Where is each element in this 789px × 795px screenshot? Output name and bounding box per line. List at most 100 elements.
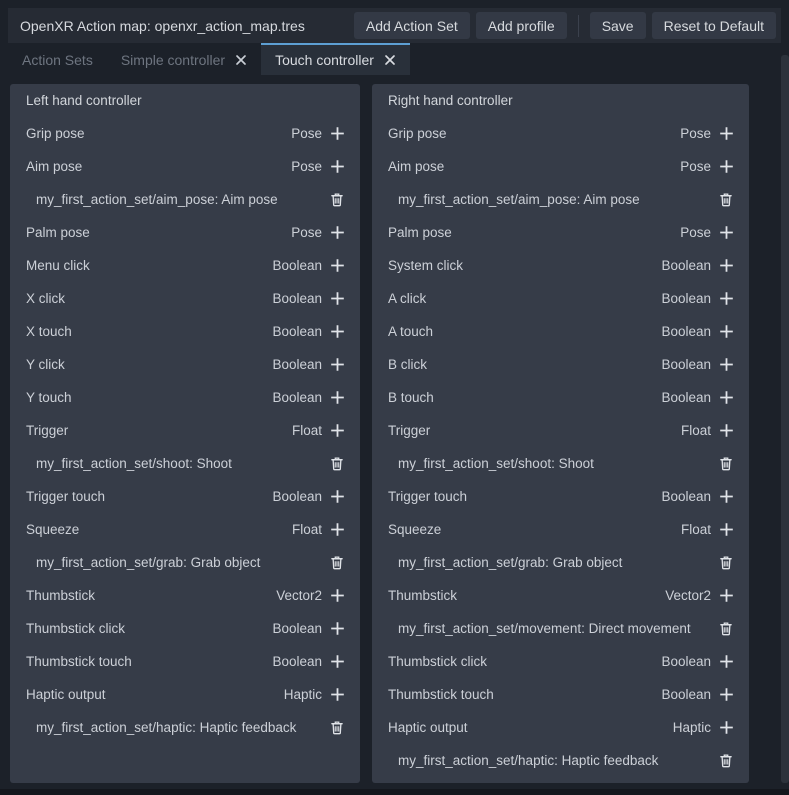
plus-icon — [330, 291, 345, 306]
input-label: Aim pose — [26, 159, 291, 174]
titlebar: OpenXR Action map: openxr_action_map.tre… — [8, 8, 781, 43]
add-action-set-button[interactable]: Add Action Set — [354, 12, 470, 39]
input-type: Pose — [291, 225, 322, 240]
input-type: Boolean — [661, 357, 711, 372]
add-binding-button[interactable] — [322, 318, 352, 346]
input-row: Grip pose Pose — [10, 117, 360, 150]
input-row: Palm pose Pose — [10, 216, 360, 249]
input-label: Trigger touch — [388, 489, 661, 504]
add-binding-button[interactable] — [322, 648, 352, 676]
plus-icon — [719, 720, 734, 735]
add-binding-button[interactable] — [711, 252, 741, 280]
input-type: Boolean — [661, 687, 711, 702]
trash-icon — [719, 456, 733, 471]
add-binding-button[interactable] — [322, 582, 352, 610]
trash-icon — [330, 555, 344, 570]
add-binding-button[interactable] — [711, 318, 741, 346]
input-label: Haptic output — [388, 720, 673, 735]
tab-touch-controller[interactable]: Touch controller — [261, 43, 410, 75]
input-type: Boolean — [272, 291, 322, 306]
add-binding-button[interactable] — [711, 681, 741, 709]
input-type: Boolean — [272, 489, 322, 504]
binding-row: my_first_action_set/haptic: Haptic feedb… — [10, 711, 360, 744]
add-binding-button[interactable] — [711, 153, 741, 181]
delete-binding-button[interactable] — [711, 549, 741, 577]
input-row: B click Boolean — [372, 348, 749, 381]
add-binding-button[interactable] — [711, 417, 741, 445]
delete-binding-button[interactable] — [322, 714, 352, 742]
add-binding-button[interactable] — [711, 384, 741, 412]
binding-row: my_first_action_set/aim_pose: Aim pose — [372, 183, 749, 216]
plus-icon — [330, 489, 345, 504]
close-icon[interactable] — [384, 54, 396, 66]
add-binding-button[interactable] — [322, 285, 352, 313]
add-binding-button[interactable] — [711, 582, 741, 610]
add-binding-button[interactable] — [711, 483, 741, 511]
add-binding-button[interactable] — [711, 219, 741, 247]
delete-binding-button[interactable] — [322, 549, 352, 577]
input-label: Squeeze — [26, 522, 292, 537]
add-binding-button[interactable] — [711, 516, 741, 544]
tabbar: Action Sets Simple controller Touch cont… — [8, 43, 781, 75]
input-type: Float — [292, 522, 322, 537]
delete-binding-button[interactable] — [711, 615, 741, 643]
tab-action-sets[interactable]: Action Sets — [8, 43, 107, 75]
delete-binding-button[interactable] — [711, 747, 741, 775]
delete-binding-button[interactable] — [711, 450, 741, 478]
save-button[interactable]: Save — [590, 12, 646, 39]
input-type: Float — [292, 423, 322, 438]
input-type: Pose — [291, 159, 322, 174]
add-binding-button[interactable] — [711, 285, 741, 313]
input-row: Squeeze Float — [372, 513, 749, 546]
plus-icon — [330, 258, 345, 273]
add-binding-button[interactable] — [711, 714, 741, 742]
input-type: Boolean — [272, 390, 322, 405]
toolbar-separator — [578, 15, 579, 37]
input-row: Haptic output Haptic — [372, 711, 749, 744]
add-binding-button[interactable] — [322, 120, 352, 148]
add-binding-button[interactable] — [711, 351, 741, 379]
input-label: Palm pose — [26, 225, 291, 240]
input-label: Squeeze — [388, 522, 681, 537]
binding-label: my_first_action_set/aim_pose: Aim pose — [36, 192, 322, 207]
add-binding-button[interactable] — [322, 252, 352, 280]
input-label: Y click — [26, 357, 272, 372]
add-binding-button[interactable] — [322, 615, 352, 643]
add-binding-button[interactable] — [322, 153, 352, 181]
input-type: Boolean — [272, 621, 322, 636]
tab-simple-controller[interactable]: Simple controller — [107, 43, 261, 75]
plus-icon — [330, 423, 345, 438]
add-binding-button[interactable] — [711, 648, 741, 676]
add-binding-button[interactable] — [322, 417, 352, 445]
close-icon[interactable] — [235, 54, 247, 66]
input-label: Thumbstick — [26, 588, 276, 603]
input-row: Thumbstick Vector2 — [372, 579, 749, 612]
input-row: Thumbstick Vector2 — [10, 579, 360, 612]
add-binding-button[interactable] — [322, 219, 352, 247]
add-binding-button[interactable] — [322, 483, 352, 511]
binding-rows: Grip pose Pose Aim pose Pose my_first_ac… — [10, 117, 360, 744]
delete-binding-button[interactable] — [322, 450, 352, 478]
input-type: Boolean — [661, 390, 711, 405]
reset-to-default-button[interactable]: Reset to Default — [652, 12, 776, 39]
panel-title: Right hand controller — [372, 84, 749, 117]
binding-label: my_first_action_set/haptic: Haptic feedb… — [398, 753, 711, 768]
delete-binding-button[interactable] — [322, 186, 352, 214]
add-binding-button[interactable] — [322, 516, 352, 544]
plus-icon — [330, 159, 345, 174]
trash-icon — [330, 456, 344, 471]
delete-binding-button[interactable] — [711, 186, 741, 214]
plus-icon — [330, 324, 345, 339]
plus-icon — [330, 390, 345, 405]
add-binding-button[interactable] — [322, 681, 352, 709]
input-type: Pose — [680, 159, 711, 174]
input-type: Pose — [680, 126, 711, 141]
binding-row: my_first_action_set/shoot: Shoot — [10, 447, 360, 480]
add-binding-button[interactable] — [322, 351, 352, 379]
vertical-scrollbar[interactable] — [781, 55, 789, 783]
add-binding-button[interactable] — [322, 384, 352, 412]
add-binding-button[interactable] — [711, 120, 741, 148]
input-row: Trigger Float — [372, 414, 749, 447]
input-label: Menu click — [26, 258, 272, 273]
add-profile-button[interactable]: Add profile — [476, 12, 567, 39]
